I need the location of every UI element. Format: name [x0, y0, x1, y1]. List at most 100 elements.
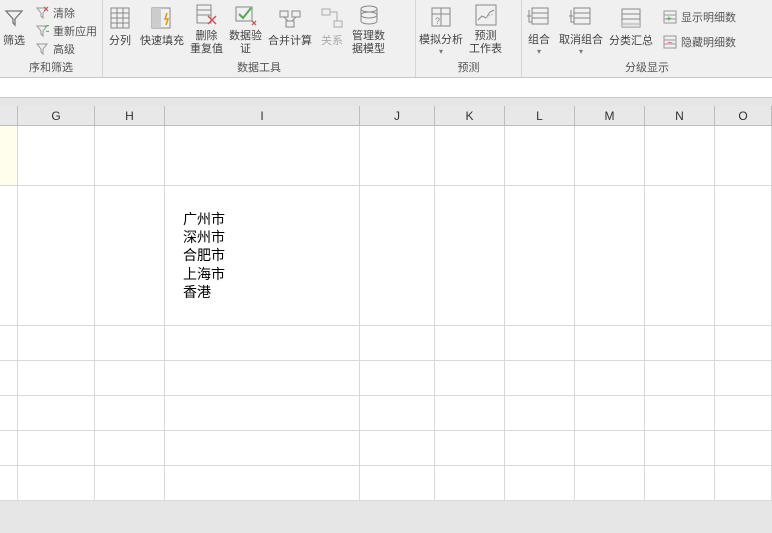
cell[interactable]	[165, 326, 360, 361]
reapply-filter[interactable]: 重新应用	[32, 22, 99, 40]
cell[interactable]	[435, 361, 505, 396]
cell[interactable]	[505, 361, 575, 396]
col-header-O[interactable]: O	[715, 106, 772, 126]
cell[interactable]	[165, 361, 360, 396]
cell[interactable]	[715, 326, 772, 361]
group-button[interactable]: 组合 ▾	[522, 2, 556, 56]
cell[interactable]	[715, 431, 772, 466]
clear-filter[interactable]: 清除	[32, 4, 99, 22]
cell[interactable]	[360, 466, 435, 501]
cell[interactable]	[505, 396, 575, 431]
ungroup-icon	[567, 2, 595, 33]
cell-lead[interactable]	[0, 126, 18, 186]
cell[interactable]	[0, 361, 18, 396]
cell[interactable]	[18, 361, 95, 396]
hide-detail[interactable]: − 隐藏明细数	[660, 33, 738, 51]
cell[interactable]	[360, 326, 435, 361]
cell[interactable]	[645, 126, 715, 186]
cell[interactable]	[435, 396, 505, 431]
cell-cities[interactable]: 广州市 深州市 合肥市 上海市 香港	[165, 186, 360, 326]
manage-model-button[interactable]: 管理数 据模型	[349, 2, 388, 56]
cell[interactable]	[715, 361, 772, 396]
cell[interactable]	[18, 126, 95, 186]
forecast-sheet-button[interactable]: 预测 工作表	[466, 2, 505, 56]
cell[interactable]	[435, 186, 505, 326]
cell[interactable]	[95, 186, 165, 326]
cell[interactable]	[360, 126, 435, 186]
cell[interactable]	[575, 396, 645, 431]
cell[interactable]	[165, 126, 360, 186]
cell[interactable]	[18, 186, 95, 326]
cell[interactable]	[645, 326, 715, 361]
cell[interactable]	[435, 326, 505, 361]
text-to-columns-button[interactable]: 分列	[103, 2, 137, 56]
cell[interactable]	[505, 126, 575, 186]
cell[interactable]	[645, 361, 715, 396]
cell[interactable]	[435, 126, 505, 186]
cell[interactable]	[715, 466, 772, 501]
whatif-button[interactable]: ? 模拟分析 ▾	[416, 2, 466, 56]
cell[interactable]	[18, 396, 95, 431]
cell[interactable]	[0, 431, 18, 466]
cell[interactable]	[575, 326, 645, 361]
cell[interactable]	[505, 326, 575, 361]
cell[interactable]	[360, 186, 435, 326]
remove-duplicates-button[interactable]: 删除 重复值	[187, 2, 226, 56]
group-icon	[525, 2, 553, 33]
cell[interactable]	[435, 431, 505, 466]
cell[interactable]	[165, 431, 360, 466]
cell[interactable]	[0, 466, 18, 501]
flash-fill-button[interactable]: 快速填充	[137, 2, 187, 56]
cell[interactable]	[575, 361, 645, 396]
cell[interactable]	[575, 466, 645, 501]
cell[interactable]	[0, 396, 18, 431]
cell[interactable]	[18, 466, 95, 501]
cell[interactable]	[95, 126, 165, 186]
cell[interactable]	[715, 396, 772, 431]
col-header-I[interactable]: I	[165, 106, 360, 126]
cell[interactable]	[95, 431, 165, 466]
formula-bar[interactable]	[0, 78, 772, 98]
subtotal-button[interactable]: 分类汇总	[606, 2, 656, 56]
cell[interactable]	[645, 186, 715, 326]
cell[interactable]	[360, 396, 435, 431]
cell[interactable]	[95, 396, 165, 431]
data-validation-button[interactable]: 数据验 证	[226, 2, 265, 56]
cell[interactable]	[645, 431, 715, 466]
cell[interactable]	[360, 361, 435, 396]
cell[interactable]	[715, 126, 772, 186]
col-header-M[interactable]: M	[575, 106, 645, 126]
cell[interactable]	[165, 466, 360, 501]
col-header-H[interactable]: H	[95, 106, 165, 126]
cell[interactable]	[645, 466, 715, 501]
col-header-G[interactable]: G	[18, 106, 95, 126]
cell[interactable]	[505, 466, 575, 501]
cell[interactable]	[435, 466, 505, 501]
cell[interactable]	[95, 326, 165, 361]
filter-button[interactable]: 筛选	[0, 2, 28, 56]
col-header-N[interactable]: N	[645, 106, 715, 126]
cell[interactable]	[18, 431, 95, 466]
col-header-J[interactable]: J	[360, 106, 435, 126]
show-detail[interactable]: + 显示明细数	[660, 8, 738, 26]
cell[interactable]	[575, 126, 645, 186]
cell[interactable]	[645, 396, 715, 431]
cell[interactable]	[95, 361, 165, 396]
cell[interactable]	[95, 466, 165, 501]
consolidate-button[interactable]: 合并计算	[265, 2, 315, 56]
cell[interactable]	[715, 186, 772, 326]
cell[interactable]	[505, 431, 575, 466]
cell[interactable]	[165, 396, 360, 431]
advanced-filter[interactable]: 高级	[32, 40, 99, 58]
cell[interactable]	[505, 186, 575, 326]
relationships-button[interactable]: 关系	[315, 2, 349, 56]
cell[interactable]	[0, 326, 18, 361]
col-header-K[interactable]: K	[435, 106, 505, 126]
cell[interactable]	[18, 326, 95, 361]
cell[interactable]	[575, 431, 645, 466]
cell[interactable]	[575, 186, 645, 326]
ungroup-button[interactable]: 取消组合 ▾	[556, 2, 606, 56]
cell[interactable]	[360, 431, 435, 466]
cell[interactable]	[0, 186, 18, 326]
col-header-L[interactable]: L	[505, 106, 575, 126]
